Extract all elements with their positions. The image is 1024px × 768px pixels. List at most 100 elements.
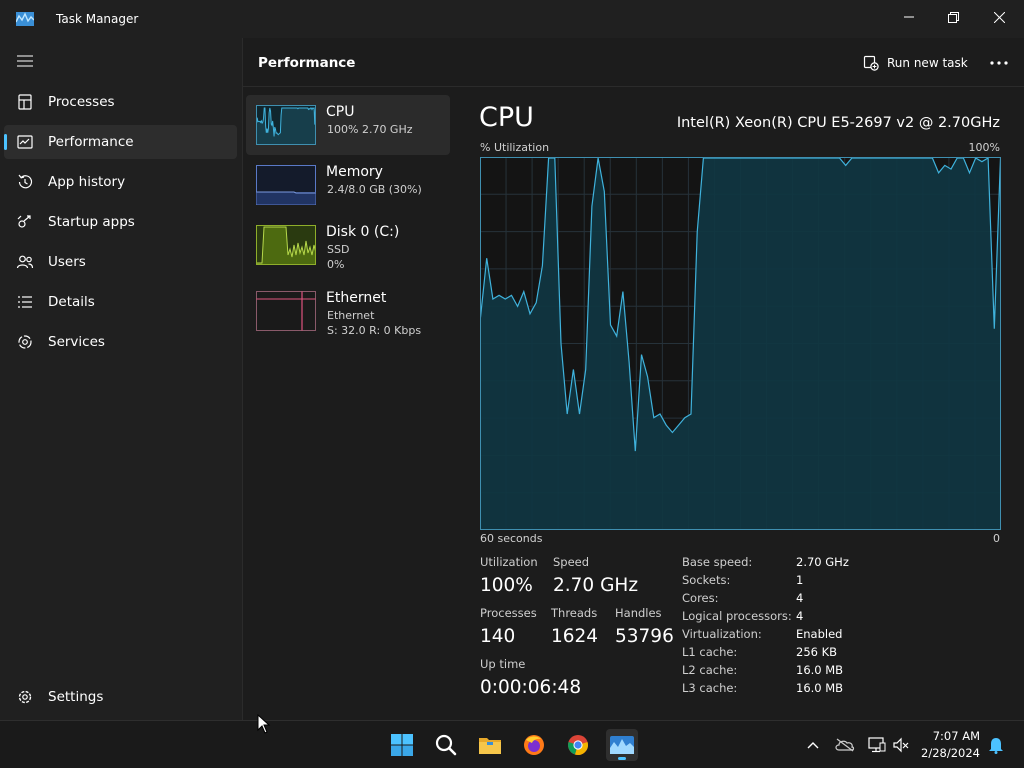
network-icon[interactable] [867, 735, 887, 755]
taskbar: 7:07 AM 2/28/2024 [0, 720, 1024, 768]
notification-bell-icon[interactable] [986, 735, 1006, 755]
details-icon [16, 293, 34, 311]
page-header: Performance Run new task [243, 38, 1024, 87]
device-item-ethernet[interactable]: Ethernet Ethernet S: 32.0 R: 0 Kbps [246, 285, 450, 351]
device-detail: 2.4/8.0 GB (30%) [327, 183, 422, 196]
active-indicator [4, 134, 7, 150]
processes-label: Processes [480, 606, 537, 620]
nav-item-label: Services [48, 334, 105, 350]
app-history-icon [16, 173, 34, 191]
nav-item-users[interactable]: Users [4, 245, 237, 279]
nav-item-details[interactable]: Details [4, 285, 237, 319]
device-detail: 0% [327, 258, 345, 271]
window-title: Task Manager [56, 12, 139, 26]
handles-value: 53796 [615, 626, 674, 647]
spec-label: Logical processors: [682, 609, 792, 623]
startup-apps-icon [16, 213, 34, 231]
title-bar: Task Manager [0, 0, 1024, 38]
graph-min-label: 0 [993, 532, 1000, 545]
folder-icon [479, 738, 501, 754]
task-manager-icon [610, 736, 634, 754]
search-button[interactable] [430, 729, 462, 761]
device-name: Disk 0 (C:) [326, 224, 400, 240]
spec-value: Enabled [796, 627, 843, 641]
device-detail: 100% 2.70 GHz [327, 123, 413, 136]
close-button[interactable] [976, 4, 1022, 30]
disk-thumbnail-graph [256, 225, 316, 265]
more-options-icon[interactable] [987, 52, 1011, 74]
task-manager-taskbar-button[interactable] [606, 729, 638, 761]
nav-item-label: App history [48, 174, 126, 190]
users-icon [16, 253, 34, 271]
volume-muted-icon[interactable] [891, 735, 911, 755]
graph-time-label: 60 seconds [480, 532, 543, 545]
nav-item-label: Startup apps [48, 214, 135, 230]
search-icon [435, 734, 457, 756]
spec-value: 4 [796, 591, 804, 605]
spec-label: L3 cache: [682, 681, 738, 695]
nav-item-label: Users [48, 254, 86, 270]
settings-label: Settings [48, 689, 104, 705]
maximize-button[interactable] [930, 4, 976, 30]
run-task-label: Run new task [887, 56, 968, 70]
graph-max-label: 100% [968, 141, 1000, 154]
chrome-button[interactable] [562, 729, 594, 761]
device-item-memory[interactable]: Memory 2.4/8.0 GB (30%) [246, 159, 450, 219]
nav-item-services[interactable]: Services [4, 325, 237, 359]
processes-value: 140 [480, 626, 516, 647]
start-button[interactable] [386, 729, 418, 761]
uptime-label: Up time [480, 657, 526, 671]
spec-label: Base speed: [682, 555, 753, 569]
speed-label: Speed [553, 555, 590, 569]
nav-item-performance[interactable]: Performance [4, 125, 237, 159]
active-app-indicator [618, 757, 626, 760]
gear-icon [16, 688, 34, 706]
run-new-task-button[interactable]: Run new task [863, 52, 968, 74]
file-explorer-button[interactable] [474, 729, 506, 761]
show-hidden-icons-chevron-up-icon[interactable] [803, 735, 823, 755]
spec-label: Cores: [682, 591, 719, 605]
hamburger-menu-icon[interactable] [14, 50, 36, 72]
cpu-model-name: Intel(R) Xeon(R) CPU E5-2697 v2 @ 2.70GH… [676, 115, 1000, 131]
task-manager-logo-icon [15, 11, 35, 30]
utilization-value: 100% [480, 575, 533, 596]
utilization-label: Utilization [480, 555, 538, 569]
minimize-button[interactable] [886, 4, 932, 30]
uptime-value: 0:00:06:48 [480, 677, 582, 698]
cpu-utilization-graph [480, 157, 1001, 530]
firefox-icon [524, 735, 544, 755]
spec-value: 256 KB [796, 645, 838, 659]
nav-item-settings[interactable]: Settings [4, 680, 237, 714]
device-item-cpu[interactable]: CPU 100% 2.70 GHz [246, 95, 450, 155]
spec-label: L2 cache: [682, 663, 738, 677]
performance-icon [16, 133, 34, 151]
onedrive-offline-icon[interactable] [835, 735, 855, 755]
mouse-cursor-icon [257, 714, 271, 734]
spec-label: Virtualization: [682, 627, 762, 641]
handles-label: Handles [615, 606, 662, 620]
nav-item-label: Processes [48, 94, 115, 110]
nav-item-app-history[interactable]: App history [4, 165, 237, 199]
processes-icon [16, 93, 34, 111]
taskbar-clock-time[interactable]: 7:07 AM [933, 729, 980, 743]
device-detail: S: 32.0 R: 0 Kbps [327, 324, 422, 337]
device-name: CPU [326, 104, 355, 120]
firefox-button[interactable] [518, 729, 550, 761]
nav-item-startup-apps[interactable]: Startup apps [4, 205, 237, 239]
device-name: Ethernet [326, 290, 387, 306]
ethernet-thumbnail-graph [256, 291, 316, 331]
nav-item-label: Details [48, 294, 95, 310]
graph-utilization-label: % Utilization [480, 141, 550, 154]
nav-item-processes[interactable]: Processes [4, 85, 237, 119]
cpu-thumbnail-graph [256, 105, 316, 145]
spec-label: Sockets: [682, 573, 731, 587]
speed-value: 2.70 GHz [553, 575, 639, 596]
device-item-disk[interactable]: Disk 0 (C:) SSD 0% [246, 219, 450, 285]
navigation-pane: Processes Performance App history Startu… [0, 38, 242, 720]
spec-value: 16.0 MB [796, 663, 844, 677]
spec-value: 2.70 GHz [796, 555, 849, 569]
cpu-heading: CPU [479, 102, 534, 133]
taskbar-clock-date[interactable]: 2/28/2024 [921, 746, 980, 760]
threads-label: Threads [551, 606, 598, 620]
memory-thumbnail-graph [256, 165, 316, 205]
